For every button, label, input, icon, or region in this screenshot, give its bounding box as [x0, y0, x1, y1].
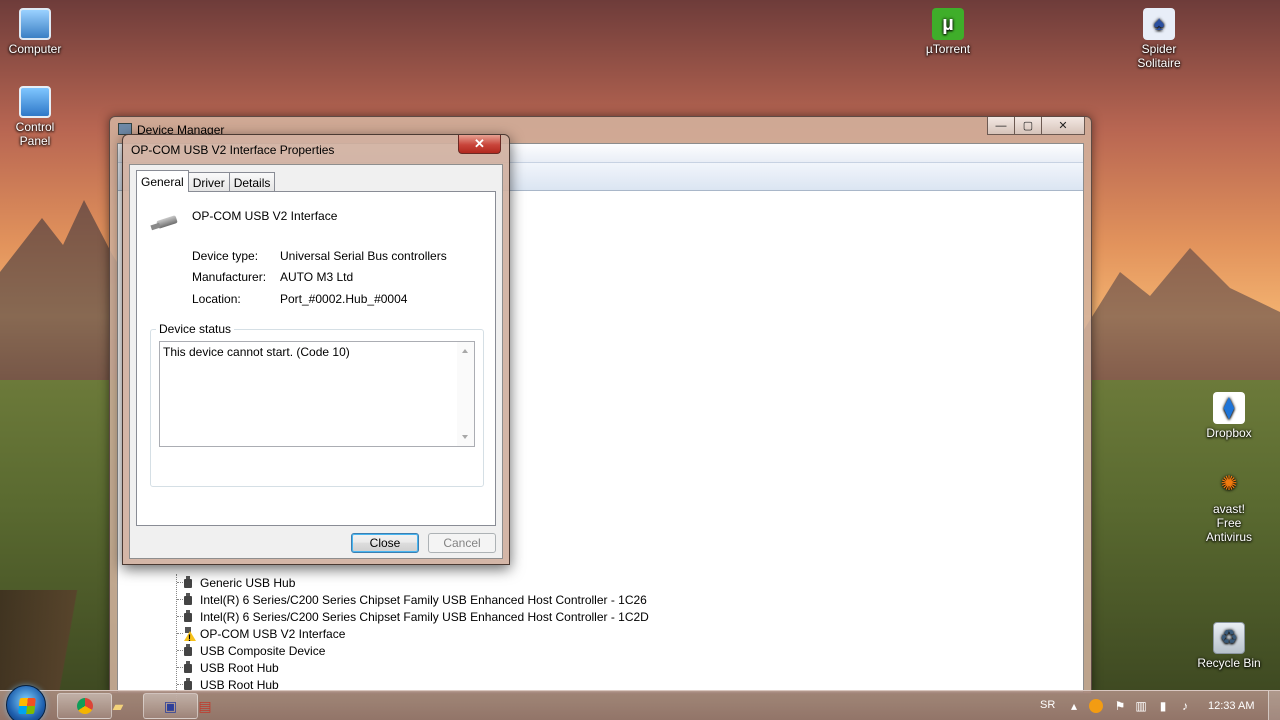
- tree-connector: [177, 684, 183, 685]
- flag-icon[interactable]: ⚑: [1113, 699, 1127, 713]
- desktop-icon-computer[interactable]: Computer: [0, 8, 73, 56]
- maximize-button[interactable]: ▢: [1014, 117, 1042, 135]
- chrome-icon: [76, 698, 93, 714]
- desktop-icon-spider-solitaire[interactable]: ♠ Spider Solitaire: [1121, 8, 1197, 70]
- tree-item-label: Generic USB Hub: [200, 575, 296, 590]
- minimize-button[interactable]: —: [987, 117, 1015, 135]
- language-indicator[interactable]: SR: [1040, 699, 1055, 711]
- volume-icon[interactable]: ♪: [1178, 699, 1192, 713]
- spider-solitaire-icon: ♠: [1143, 8, 1175, 40]
- close-button[interactable]: Close: [351, 533, 419, 553]
- usb-icon: [184, 661, 192, 674]
- wallpaper-mountain-right: [1080, 248, 1280, 400]
- wallpaper-fence: [0, 590, 110, 690]
- dropbox-icon: ⧫: [1213, 392, 1245, 424]
- location-value: Port_#0002.Hub_#0004: [280, 292, 408, 306]
- tab-general[interactable]: General: [136, 170, 189, 192]
- location-label: Location:: [192, 292, 241, 306]
- tree-item-label: Intel(R) 6 Series/C200 Series Chipset Fa…: [200, 609, 649, 624]
- manufacturer-value: AUTO M3 Ltd: [280, 270, 354, 284]
- taskbar: ▰ ▣ ▤ SR ▴ ⚑ ▥ ▮ ♪ 12:33 AM: [0, 685, 1280, 720]
- save-disk-icon: ▣: [163, 697, 178, 714]
- cancel-button[interactable]: Cancel: [428, 533, 496, 553]
- desktop-icon-label: Recycle Bin: [1197, 656, 1261, 670]
- usb-icon: [184, 610, 192, 623]
- recycle-bin-icon: ♻: [1213, 622, 1245, 654]
- desktop-icon-recycle-bin[interactable]: ♻ Recycle Bin: [1191, 622, 1267, 670]
- show-hidden-icons-icon[interactable]: ▴: [1067, 699, 1081, 713]
- desktop-icon-dropbox[interactable]: ⧫ Dropbox: [1191, 392, 1267, 440]
- avast-icon: ✺: [1220, 473, 1238, 495]
- taskbar-app-button[interactable]: ▤: [183, 693, 227, 719]
- tab-strip: General Driver Details: [136, 170, 276, 192]
- avast-tray-icon[interactable]: [1089, 699, 1103, 713]
- tree-connector: [177, 633, 183, 634]
- device-icon[interactable]: ▥: [1134, 699, 1148, 713]
- tab-driver[interactable]: Driver: [187, 172, 230, 191]
- usb-icon: [184, 576, 192, 589]
- device-status-label: Device status: [156, 322, 235, 336]
- dialog-close-button[interactable]: ✕: [458, 135, 501, 154]
- utorrent-icon: µ: [932, 8, 964, 40]
- tree-connector: [177, 599, 183, 600]
- tree-connector: [177, 650, 183, 651]
- desktop-icon-label: avast! Free Antivirus: [1205, 502, 1252, 544]
- tree-item-label: OP-COM USB V2 Interface: [200, 626, 346, 641]
- desktop-icon-control-panel[interactable]: Control Panel: [0, 86, 73, 148]
- device-type-value: Universal Serial Bus controllers: [280, 249, 447, 263]
- tree-item-generic-usb-hub[interactable]: Generic USB Hub: [184, 574, 295, 591]
- desktop-icon-label: µTorrent: [925, 42, 971, 56]
- usb-icon: [184, 593, 192, 606]
- tree-item-usb-composite[interactable]: USB Composite Device: [184, 642, 325, 659]
- tree-item-intel-ehci-1c26[interactable]: Intel(R) 6 Series/C200 Series Chipset Fa…: [184, 591, 647, 608]
- desktop-icon-label: Spider Solitaire: [1137, 42, 1181, 70]
- network-signal-icon[interactable]: ▮: [1156, 699, 1170, 713]
- close-window-button[interactable]: ✕: [1041, 117, 1085, 135]
- tree-item-intel-ehci-1c2d[interactable]: Intel(R) 6 Series/C200 Series Chipset Fa…: [184, 608, 649, 625]
- desktop-icon-label: Control Panel: [15, 120, 55, 148]
- start-button[interactable]: [6, 685, 46, 720]
- fax-icon: ▤: [198, 697, 212, 714]
- usb-icon: [184, 644, 192, 657]
- tree-connector: [177, 667, 183, 668]
- manufacturer-label: Manufacturer:: [192, 270, 267, 284]
- scroll-down-icon: [462, 435, 468, 439]
- computer-icon: [19, 8, 51, 40]
- tree-item-label: USB Composite Device: [200, 643, 326, 658]
- device-type-label: Device type:: [192, 249, 259, 263]
- folder-icon: ▰: [112, 697, 124, 714]
- desktop-icon-label: Dropbox: [1206, 426, 1252, 440]
- desktop-icon-utorrent[interactable]: µ µTorrent: [910, 8, 986, 56]
- taskbar-explorer-button[interactable]: ▰: [96, 693, 140, 719]
- usb-cable-icon: [151, 214, 181, 230]
- warning-icon: [184, 627, 196, 641]
- show-desktop-button[interactable]: [1268, 691, 1280, 720]
- tree-item-usb-root-hub[interactable]: USB Root Hub: [184, 659, 279, 676]
- tree-connector: [177, 616, 183, 617]
- clock[interactable]: 12:33 AM: [1208, 700, 1254, 712]
- status-scrollbar[interactable]: [457, 342, 474, 446]
- tab-details[interactable]: Details: [228, 172, 276, 191]
- device-status-text: This device cannot start. (Code 10): [163, 345, 350, 359]
- general-tab-panel: OP-COM USB V2 Interface Device type: Uni…: [136, 191, 496, 526]
- desktop-icon-avast[interactable]: ✺ avast! Free Antivirus: [1191, 468, 1267, 544]
- tree-connector: [177, 582, 183, 583]
- properties-dialog: OP-COM USB V2 Interface Properties ✕ Gen…: [122, 134, 510, 565]
- tree-item-label: USB Root Hub: [200, 660, 279, 675]
- dialog-title: OP-COM USB V2 Interface Properties: [131, 143, 335, 157]
- tree-item-op-com-usb[interactable]: OP-COM USB V2 Interface: [184, 625, 345, 642]
- device-name: OP-COM USB V2 Interface: [192, 209, 338, 223]
- control-panel-icon: [19, 86, 51, 118]
- device-status-group: Device status This device cannot start. …: [150, 322, 484, 487]
- scroll-up-icon: [462, 349, 468, 353]
- device-status-textbox[interactable]: This device cannot start. (Code 10): [159, 341, 475, 447]
- desktop-icon-label: Computer: [8, 42, 62, 56]
- tree-item-label: Intel(R) 6 Series/C200 Series Chipset Fa…: [200, 592, 647, 607]
- dialog-body: General Driver Details OP-COM USB V2 Int…: [129, 164, 503, 559]
